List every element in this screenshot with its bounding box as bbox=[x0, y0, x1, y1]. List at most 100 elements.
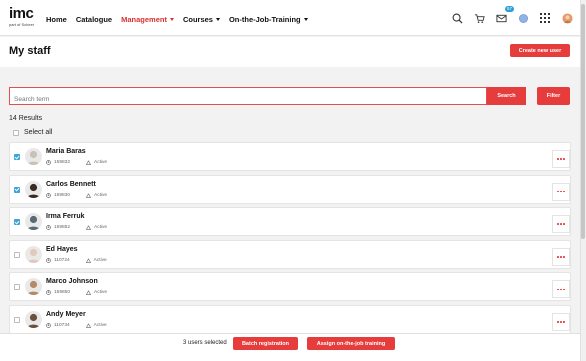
staff-name[interactable]: Carlos Bennett bbox=[46, 181, 96, 188]
notification-badge: 57 bbox=[504, 6, 514, 12]
id-icon bbox=[46, 160, 51, 165]
row-checkbox[interactable] bbox=[14, 186, 20, 193]
more-dot bbox=[557, 288, 560, 291]
row-checkbox[interactable] bbox=[14, 284, 20, 291]
staff-meta: 159852 Active bbox=[46, 225, 107, 230]
staff-id: 159850 bbox=[54, 290, 71, 296]
nav-item-label: On-the-Job-Training bbox=[228, 14, 301, 24]
staff-id: 110734 bbox=[54, 322, 70, 328]
nav-item-catalogue[interactable]: Catalogue bbox=[76, 13, 112, 25]
more-dot bbox=[557, 255, 560, 258]
more-dot bbox=[560, 288, 562, 291]
more-dot bbox=[560, 190, 562, 193]
select-all[interactable]: Select all bbox=[13, 129, 52, 136]
more-dot bbox=[560, 158, 562, 160]
search-input[interactable] bbox=[10, 91, 486, 108]
scrollbar-thumb[interactable] bbox=[581, 4, 585, 239]
nav-item-courses[interactable]: Courses bbox=[183, 13, 220, 25]
row-checkbox[interactable] bbox=[14, 251, 20, 258]
more-options-button[interactable] bbox=[552, 312, 570, 331]
nav-item-management[interactable]: Management bbox=[121, 13, 174, 25]
more-options-button[interactable] bbox=[552, 215, 570, 234]
staff-row[interactable]: Irma Ferruk 159852 Active bbox=[9, 207, 571, 237]
id-icon bbox=[46, 290, 51, 296]
filter-button[interactable]: Filter bbox=[537, 87, 570, 105]
select-all-checkbox[interactable] bbox=[13, 129, 19, 136]
status-icon bbox=[86, 160, 92, 165]
more-dot bbox=[557, 190, 560, 193]
nav-item-label: Catalogue bbox=[75, 14, 113, 24]
staff-name[interactable]: Maria Baras bbox=[46, 148, 86, 155]
staff-status: Active bbox=[94, 225, 108, 231]
create-user-button[interactable]: Create new user bbox=[510, 44, 570, 57]
staff-id: 159832 bbox=[54, 160, 71, 165]
staff-name[interactable]: Marco Johnson bbox=[46, 278, 98, 285]
more-dot bbox=[557, 321, 560, 323]
imc-logo[interactable]: imc part of Scheer bbox=[9, 5, 37, 29]
page-header bbox=[0, 37, 580, 67]
more-dot bbox=[562, 190, 565, 193]
staff-name[interactable]: Irma Ferruk bbox=[46, 213, 85, 220]
staff-meta: 110734 Active bbox=[46, 323, 107, 328]
cart-icon[interactable] bbox=[472, 11, 486, 25]
more-dot bbox=[560, 255, 562, 258]
user-avatar-icon[interactable] bbox=[560, 11, 574, 25]
selected-count: 3 users selected bbox=[183, 340, 227, 346]
staff-row[interactable]: Carlos Bennett 159830 Active bbox=[9, 174, 571, 204]
staff-status: Active bbox=[94, 192, 108, 198]
apps-grid-icon[interactable] bbox=[538, 11, 552, 25]
avatar bbox=[25, 245, 42, 263]
staff-row[interactable]: Marco Johnson 159850 Active bbox=[9, 272, 571, 302]
avatar bbox=[25, 310, 42, 328]
more-dot bbox=[562, 255, 565, 258]
logo-subtext: part of Scheer bbox=[9, 22, 35, 27]
more-dot bbox=[562, 223, 565, 225]
staff-status: Active bbox=[93, 322, 107, 328]
staff-id: 159830 bbox=[54, 192, 71, 198]
select-all-label: Select all bbox=[24, 129, 53, 136]
search-button[interactable]: Search bbox=[487, 87, 526, 105]
assign-training-button[interactable]: Assign on-the-job training bbox=[307, 337, 395, 350]
status-icon bbox=[86, 290, 92, 296]
more-dot bbox=[557, 223, 560, 225]
status-icon bbox=[86, 192, 92, 198]
avatar bbox=[25, 180, 42, 198]
more-dot bbox=[562, 288, 565, 291]
row-checkbox[interactable] bbox=[14, 219, 20, 226]
staff-meta: 159830 Active bbox=[46, 193, 107, 198]
more-options-button[interactable] bbox=[552, 182, 570, 201]
chevron-down-icon bbox=[215, 17, 220, 21]
nav-item-label: Home bbox=[46, 14, 67, 24]
row-checkbox[interactable] bbox=[14, 154, 20, 160]
staff-name[interactable]: Ed Hayes bbox=[46, 246, 78, 253]
status-icon bbox=[86, 225, 92, 231]
more-dot bbox=[560, 223, 562, 225]
more-options-button[interactable] bbox=[552, 247, 570, 266]
staff-id: 110724 bbox=[54, 257, 70, 263]
nav-item-on-the-job-training[interactable]: On-the-Job-Training bbox=[229, 13, 308, 25]
more-options-button[interactable] bbox=[552, 150, 570, 168]
staff-meta: 159832 Active bbox=[46, 160, 107, 165]
staff-name[interactable]: Andy Meyer bbox=[46, 311, 86, 318]
nav-item-label: Courses bbox=[182, 14, 213, 24]
avatar bbox=[25, 148, 42, 165]
status-icon bbox=[85, 323, 91, 328]
staff-row[interactable]: Ed Hayes 110724 Active bbox=[9, 239, 571, 269]
more-dot bbox=[562, 158, 565, 160]
more-options-button[interactable] bbox=[552, 280, 570, 299]
row-checkbox[interactable] bbox=[14, 316, 20, 323]
globe-icon[interactable] bbox=[516, 11, 530, 25]
batch-registration-button[interactable]: Batch registration bbox=[233, 337, 298, 350]
page-title: My staff bbox=[9, 45, 51, 57]
staff-row[interactable]: Maria Baras 159832 Active bbox=[9, 142, 571, 171]
avatar bbox=[25, 278, 42, 296]
search-field[interactable] bbox=[9, 87, 487, 108]
nav-item-home[interactable]: Home bbox=[46, 13, 67, 25]
staff-meta: 110724 Active bbox=[46, 258, 107, 263]
search-icon[interactable] bbox=[450, 11, 464, 25]
id-icon bbox=[46, 257, 51, 263]
staff-row[interactable]: Andy Meyer 110734 Active bbox=[9, 304, 571, 334]
avatar bbox=[25, 213, 42, 231]
logo-text: imc bbox=[9, 5, 34, 22]
mail-icon[interactable]: 57 bbox=[494, 6, 514, 25]
